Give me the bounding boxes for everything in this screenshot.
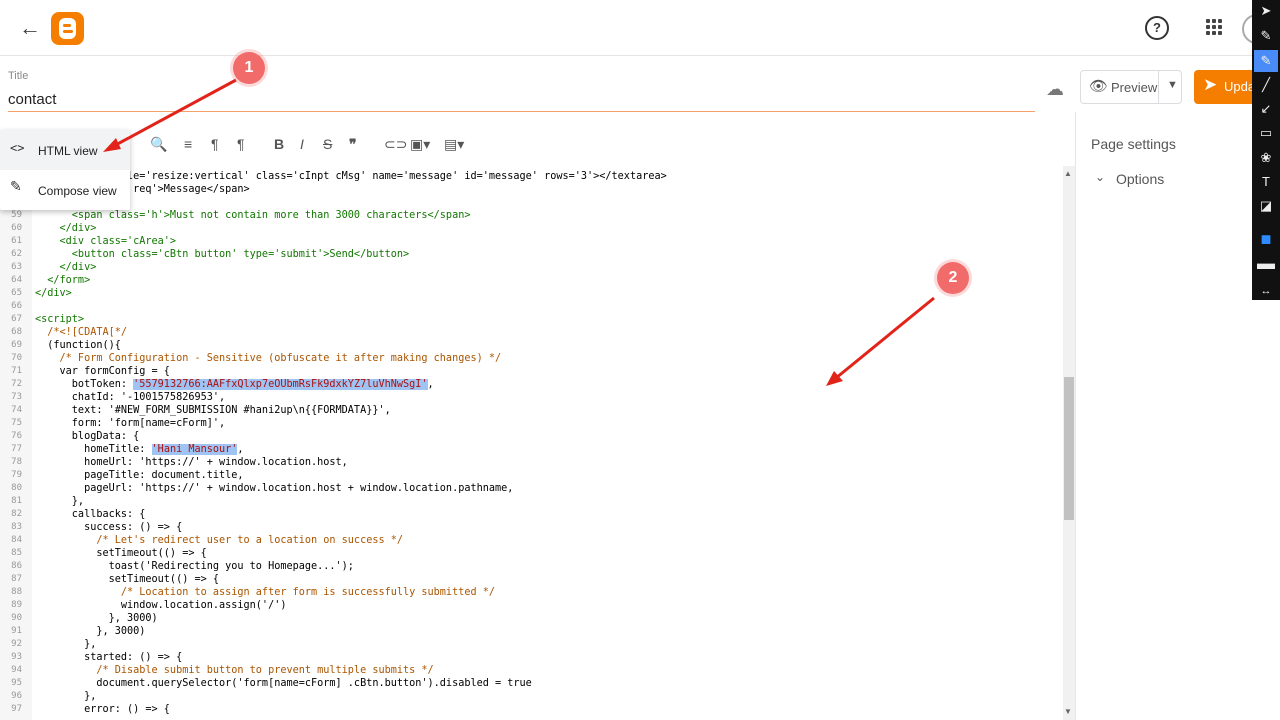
arrow-head-1 <box>103 138 121 152</box>
callout-badge-1: 1 <box>233 52 265 84</box>
callout-badge-2: 2 <box>937 262 969 294</box>
callout-arrows <box>103 78 935 386</box>
